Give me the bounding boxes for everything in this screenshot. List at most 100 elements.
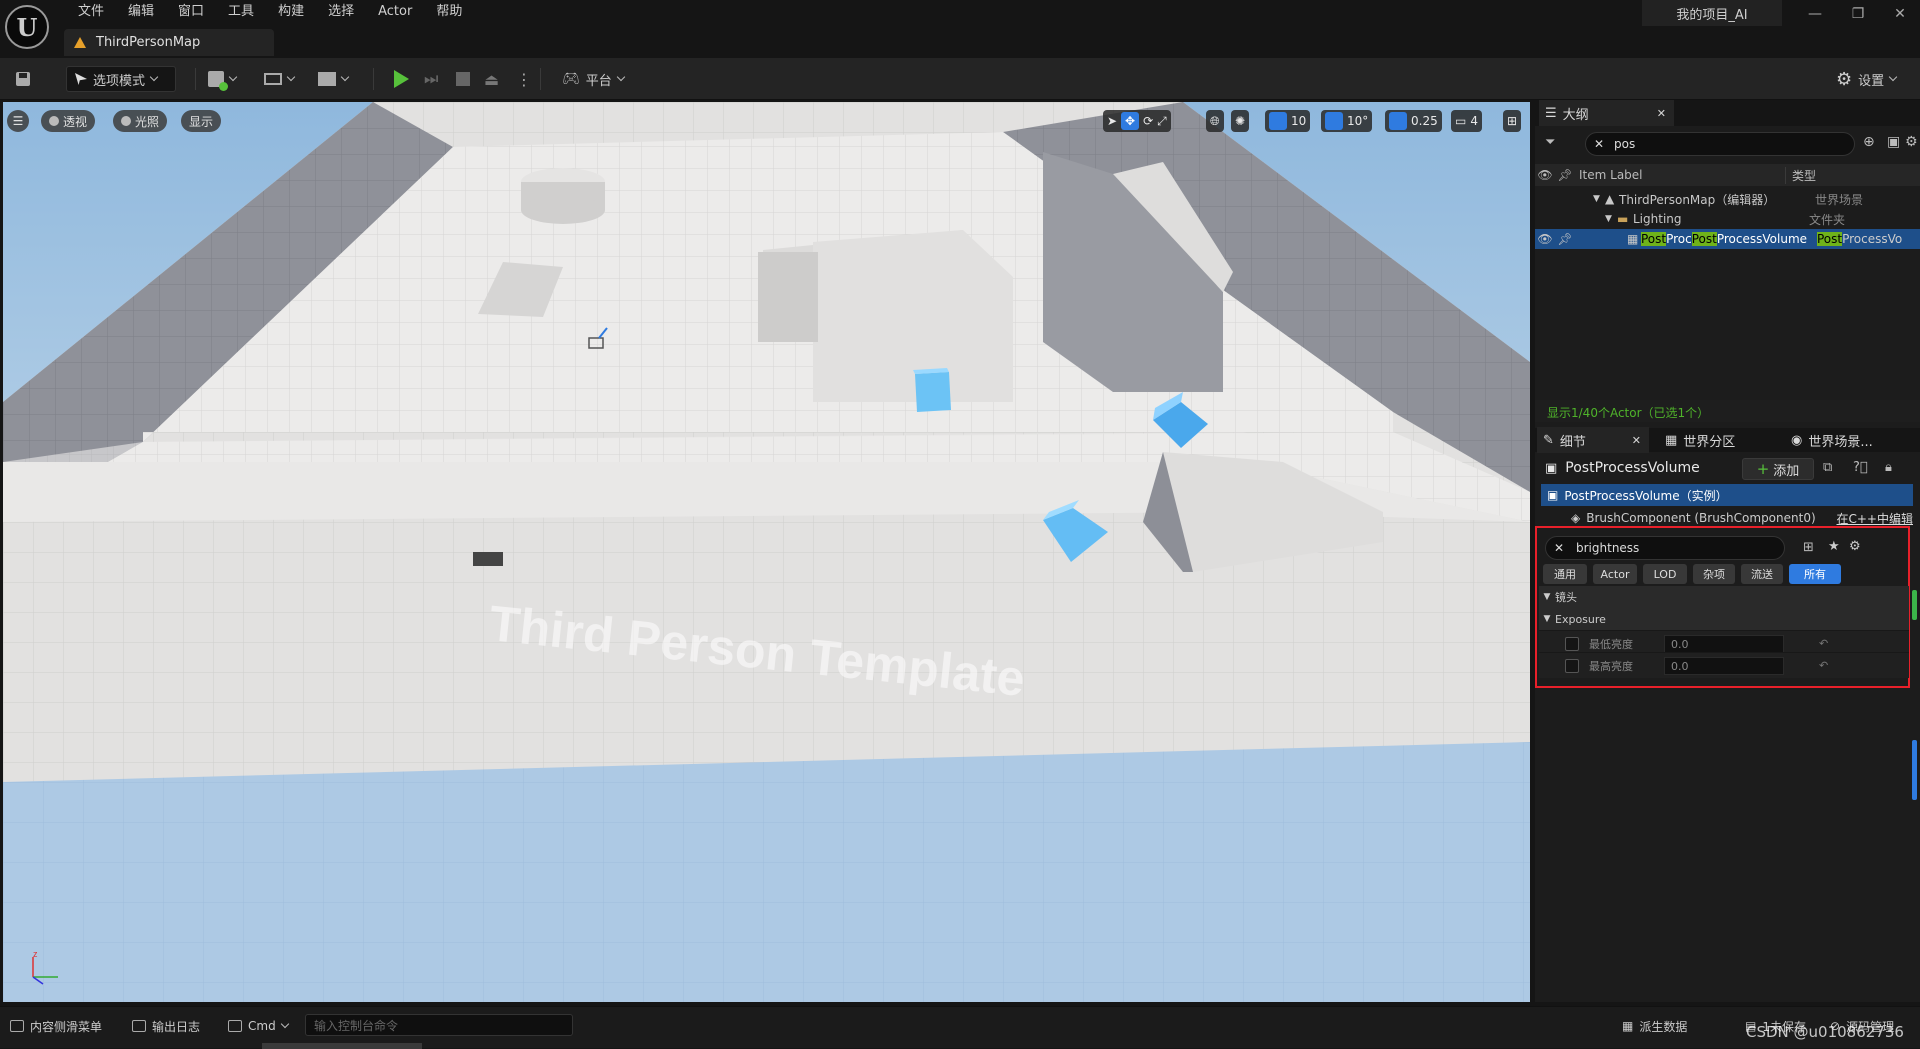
- outliner-tab[interactable]: ☰ 大纲 ✕: [1539, 100, 1674, 126]
- details-search-input[interactable]: ✕ brightness: [1545, 536, 1785, 560]
- lock-icon[interactable]: 🔒︎: [1885, 460, 1892, 475]
- filter-streaming[interactable]: 流送: [1741, 564, 1783, 584]
- help-icon[interactable]: ?⃝: [1853, 460, 1868, 475]
- expand-icon[interactable]: ▼: [1605, 214, 1617, 224]
- add-actor-button[interactable]: [208, 66, 238, 92]
- star-icon[interactable]: ★: [1828, 539, 1840, 554]
- filter-icon[interactable]: ⏷: [1545, 135, 1555, 150]
- outliner-row[interactable]: ▼ ▲ ThirdPersonMap（编辑器） 世界场景: [1535, 189, 1920, 209]
- rotate-tool-icon[interactable]: ⟳: [1143, 114, 1153, 128]
- override-checkbox[interactable]: [1565, 658, 1579, 673]
- perspective-menu[interactable]: 透视: [41, 110, 96, 132]
- component-instance-row[interactable]: ▣ PostProcessVolume（实例）: [1541, 484, 1913, 506]
- filter-all[interactable]: 所有: [1789, 564, 1841, 584]
- pin-icon[interactable]: 📌︎: [1555, 232, 1575, 246]
- blueprint-button[interactable]: [264, 66, 296, 92]
- project-name: 我的项目_AI: [1642, 0, 1782, 26]
- settings-button[interactable]: ⚙ 设置: [1836, 66, 1898, 92]
- close-window-icon[interactable]: ✕: [1880, 2, 1920, 26]
- gear-icon[interactable]: ⚙: [1905, 134, 1918, 150]
- restore-icon[interactable]: ❐: [1838, 2, 1878, 26]
- scrollbar-thumb-lower[interactable]: [1912, 740, 1917, 800]
- move-tool-icon[interactable]: ✥: [1121, 112, 1140, 130]
- add-component-button[interactable]: + 添加: [1742, 458, 1814, 480]
- stop-button[interactable]: [456, 66, 470, 92]
- eye-icon[interactable]: 👁︎: [1535, 168, 1555, 182]
- reset-icon[interactable]: ↶: [1819, 659, 1828, 672]
- filter-lod[interactable]: LOD: [1643, 564, 1687, 584]
- gear-icon[interactable]: ⚙: [1849, 539, 1861, 554]
- prop-max-value[interactable]: 0.0: [1664, 657, 1784, 675]
- step-button[interactable]: ⏭: [424, 66, 438, 92]
- menu-actor[interactable]: Actor: [366, 4, 424, 20]
- console-input[interactable]: 输入控制台命令: [305, 1014, 573, 1036]
- section-lens[interactable]: ▼ 镜头: [1539, 586, 1909, 608]
- rotation-snap[interactable]: 10°: [1321, 110, 1373, 132]
- minimize-icon[interactable]: —: [1795, 2, 1835, 26]
- content-drawer-button[interactable]: 内容侧滑菜单: [10, 1015, 102, 1037]
- override-checkbox[interactable]: [1565, 636, 1579, 651]
- blueprint-icon[interactable]: ⧉: [1823, 460, 1832, 475]
- col-item-label[interactable]: Item Label: [1575, 168, 1785, 182]
- filter-general[interactable]: 通用: [1543, 564, 1587, 584]
- reset-icon[interactable]: ↶: [1819, 637, 1828, 650]
- scale-tool-icon[interactable]: ⤢: [1157, 114, 1167, 129]
- menu-window[interactable]: 窗口: [166, 4, 216, 20]
- play-button[interactable]: [394, 66, 409, 92]
- clear-search-icon[interactable]: ✕: [1554, 541, 1564, 555]
- grid-snap[interactable]: 10: [1265, 110, 1311, 132]
- cmd-selector[interactable]: Cmd: [228, 1015, 289, 1037]
- save-icon[interactable]: [14, 66, 32, 92]
- filter-actor[interactable]: Actor: [1593, 564, 1637, 584]
- col-type[interactable]: 类型: [1785, 166, 1816, 184]
- derived-data-button[interactable]: ▦ 派生数据: [1622, 1015, 1687, 1037]
- level-tab[interactable]: ThirdPersonMap: [64, 29, 274, 56]
- prop-max-label: 最高亮度: [1589, 659, 1633, 673]
- filter-misc[interactable]: 杂项: [1693, 564, 1735, 584]
- eject-button[interactable]: ⏏: [484, 66, 499, 92]
- world-local-icon[interactable]: 🌐︎: [1206, 110, 1224, 132]
- prop-min-value[interactable]: 0.0: [1664, 635, 1784, 653]
- maximize-viewport-icon[interactable]: ⊞: [1503, 110, 1522, 132]
- scrollbar-thumb[interactable]: [1912, 590, 1917, 620]
- outliner-search-input[interactable]: ✕ pos: [1585, 132, 1855, 156]
- outliner-row-selected[interactable]: 👁︎ 📌︎ ▦ PostProcPostProcessVolume PostPr…: [1535, 229, 1920, 249]
- menu-tools[interactable]: 工具: [216, 4, 266, 20]
- menu-help[interactable]: 帮助: [424, 4, 474, 20]
- add-filter-icon[interactable]: ⊕: [1863, 134, 1875, 150]
- component-brush-row[interactable]: ◈ BrushComponent (BrushComponent0) 在C++中编…: [1571, 508, 1913, 528]
- select-mode-button[interactable]: 选项模式: [66, 66, 176, 92]
- edit-cpp-link[interactable]: 在C++中编辑: [1837, 510, 1914, 527]
- lighting-menu[interactable]: 光照: [113, 110, 168, 132]
- world-partition-tab[interactable]: ▦ 世界分区: [1665, 427, 1735, 453]
- table-view-icon[interactable]: ⊞: [1803, 540, 1814, 555]
- scale-snap[interactable]: 0.25: [1385, 110, 1442, 132]
- expand-icon[interactable]: ▼: [1593, 194, 1605, 204]
- scrollbar[interactable]: [262, 1043, 422, 1049]
- platforms-button[interactable]: 🎮︎ 平台: [562, 66, 626, 92]
- menu-file[interactable]: 文件: [66, 4, 116, 20]
- pin-icon[interactable]: 📌︎: [1555, 168, 1575, 182]
- menu-build[interactable]: 构建: [266, 4, 316, 20]
- eye-icon[interactable]: 👁︎: [1535, 232, 1555, 246]
- menu-select[interactable]: 选择: [316, 4, 366, 20]
- close-icon[interactable]: ✕: [1657, 107, 1666, 120]
- output-log-button[interactable]: 输出日志: [132, 1015, 200, 1037]
- clear-search-icon[interactable]: ✕: [1594, 137, 1604, 151]
- unreal-logo-icon[interactable]: U: [5, 5, 49, 49]
- viewport-menu-icon[interactable]: ☰: [7, 110, 29, 132]
- folder-add-icon[interactable]: ▣: [1887, 134, 1900, 150]
- details-tab[interactable]: ✎ 细节 ✕: [1537, 427, 1649, 453]
- select-tool-icon[interactable]: ➤: [1107, 114, 1117, 128]
- world-settings-tab[interactable]: ◉ 世界场景...: [1791, 427, 1873, 453]
- section-exposure[interactable]: ▼ Exposure: [1539, 608, 1909, 630]
- surface-snap-icon[interactable]: ✺: [1231, 110, 1250, 132]
- cinematics-button[interactable]: [318, 66, 350, 92]
- more-options-icon[interactable]: ⋮: [516, 66, 532, 92]
- level-viewport[interactable]: z Third Person Template ☰ 透视 光照 显示 ➤ ✥ ⟳…: [3, 102, 1530, 1002]
- outliner-row[interactable]: ▼ ▬ Lighting 文件夹: [1535, 209, 1920, 229]
- close-icon[interactable]: ✕: [1632, 434, 1641, 447]
- menu-edit[interactable]: 编辑: [116, 4, 166, 20]
- show-menu[interactable]: 显示: [181, 110, 222, 132]
- camera-speed[interactable]: ▭ 4: [1451, 110, 1482, 132]
